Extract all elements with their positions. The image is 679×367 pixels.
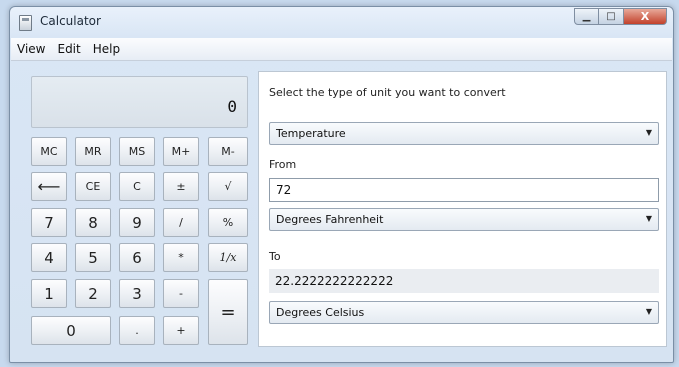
from-label: From xyxy=(269,158,297,171)
from-value-input[interactable]: 72 xyxy=(269,178,659,202)
to-unit-value: Degrees Celsius xyxy=(276,306,365,319)
unit-type-value: Temperature xyxy=(276,127,346,140)
clear-button[interactable]: C xyxy=(119,172,155,201)
from-unit-select[interactable]: Degrees Fahrenheit ▼ xyxy=(269,208,659,231)
clear-entry-button[interactable]: CE xyxy=(75,172,111,201)
digit-8-button[interactable]: 8 xyxy=(75,208,111,237)
digit-3-button[interactable]: 3 xyxy=(119,279,155,308)
unit-conversion-panel: Select the type of unit you want to conv… xyxy=(258,71,667,347)
display-value: 0 xyxy=(227,97,237,116)
digit-6-button[interactable]: 6 xyxy=(119,243,155,272)
unit-type-select[interactable]: Temperature ▼ xyxy=(269,122,659,145)
percent-button[interactable]: % xyxy=(208,208,248,237)
from-value-text: 72 xyxy=(276,183,292,197)
to-label: To xyxy=(269,250,281,263)
window-controls: ▁ □ X xyxy=(574,8,667,25)
memory-store-button[interactable]: MS xyxy=(119,137,155,166)
calculator-icon xyxy=(19,15,32,31)
digit-7-button[interactable]: 7 xyxy=(31,208,67,237)
memory-subtract-button[interactable]: M- xyxy=(208,137,248,166)
to-value-text: 22.2222222222222 xyxy=(275,274,394,288)
digit-2-button[interactable]: 2 xyxy=(75,279,111,308)
memory-clear-button[interactable]: MC xyxy=(31,137,67,166)
subtract-button[interactable]: - xyxy=(163,279,199,308)
minimize-icon: ▁ xyxy=(582,11,591,22)
chevron-down-icon: ▼ xyxy=(645,214,652,223)
maximize-button[interactable]: □ xyxy=(599,8,624,25)
digit-5-button[interactable]: 5 xyxy=(75,243,111,272)
window-title: Calculator xyxy=(40,14,101,28)
reciprocal-button[interactable]: 1/x xyxy=(208,243,248,272)
chevron-down-icon: ▼ xyxy=(645,128,652,137)
memory-add-button[interactable]: M+ xyxy=(163,137,199,166)
memory-recall-button[interactable]: MR xyxy=(75,137,111,166)
menu-help[interactable]: Help xyxy=(87,42,126,56)
digit-4-button[interactable]: 4 xyxy=(31,243,67,272)
from-unit-value: Degrees Fahrenheit xyxy=(276,213,384,226)
maximize-icon: □ xyxy=(606,11,616,22)
multiply-button[interactable]: * xyxy=(163,243,199,272)
backspace-icon: ⟵ xyxy=(37,177,61,196)
digit-9-button[interactable]: 9 xyxy=(119,208,155,237)
menu-edit[interactable]: Edit xyxy=(51,42,86,56)
to-value-output: 22.2222222222222 xyxy=(269,269,659,293)
negate-button[interactable]: ± xyxy=(163,172,199,201)
menu-view[interactable]: View xyxy=(11,42,51,56)
menu-bar: View Edit Help xyxy=(11,38,672,61)
equals-button[interactable]: = xyxy=(208,279,248,345)
square-root-button[interactable]: √ xyxy=(208,172,248,201)
to-unit-select[interactable]: Degrees Celsius ▼ xyxy=(269,301,659,324)
backspace-button[interactable]: ⟵ xyxy=(31,172,67,201)
minimize-button[interactable]: ▁ xyxy=(574,8,599,25)
digit-0-button[interactable]: 0 xyxy=(31,316,111,345)
close-button[interactable]: X xyxy=(624,8,667,25)
chevron-down-icon: ▼ xyxy=(645,307,652,316)
conversion-prompt: Select the type of unit you want to conv… xyxy=(269,86,506,99)
decimal-button[interactable]: . xyxy=(119,316,155,345)
add-button[interactable]: + xyxy=(163,316,199,345)
calculator-display: 0 xyxy=(31,76,248,128)
divide-button[interactable]: / xyxy=(163,208,199,237)
digit-1-button[interactable]: 1 xyxy=(31,279,67,308)
title-bar[interactable]: Calculator ▁ □ X xyxy=(10,7,673,35)
close-icon: X xyxy=(640,10,650,23)
